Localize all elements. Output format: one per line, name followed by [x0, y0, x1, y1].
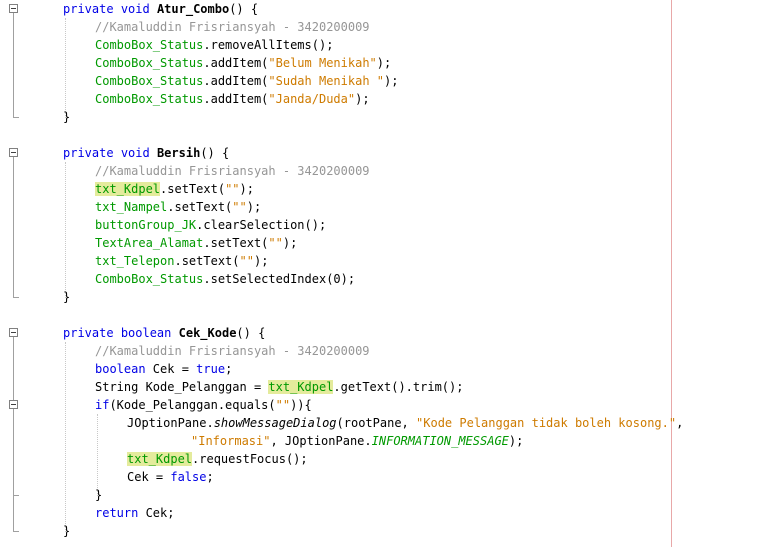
code-line: ComboBox_Status.addItem("Janda/Duda");: [95, 92, 370, 106]
code-line: buttonGroup_JK.clearSelection();: [95, 218, 327, 232]
code-line: "Informasi", JOptionPane.INFORMATION_MES…: [191, 434, 524, 448]
code-line: ComboBox_Status.addItem("Belum Menikah")…: [95, 56, 392, 70]
code-comment: //Kamaluddin Frisriansyah - 3420200009: [95, 164, 370, 178]
code-line: ComboBox_Status.removeAllItems();: [95, 38, 334, 52]
code-line: if(Kode_Pelanggan.equals("")){: [95, 398, 312, 412]
code-line: }: [63, 290, 71, 304]
highlighted-identifier: txt_Kdpel: [95, 182, 161, 196]
code-line: JOptionPane.showMessageDialog(rootPane, …: [127, 416, 684, 430]
code-line: Cek = false;: [127, 470, 214, 484]
code-line: }: [63, 110, 71, 124]
code-line: }: [63, 524, 71, 538]
highlighted-identifier: txt_Kdpel: [268, 380, 334, 394]
code-line: ComboBox_Status.addItem("Sudah Menikah "…: [95, 74, 399, 88]
code-line: txt_Kdpel.setText("");: [95, 182, 254, 196]
code-line: private void Bersih() {: [63, 146, 230, 160]
code-line: return Cek;: [95, 506, 175, 520]
code-comment: //Kamaluddin Frisriansyah - 3420200009: [95, 344, 370, 358]
code-line: ComboBox_Status.setSelectedIndex(0);: [95, 272, 356, 286]
code-line: private boolean Cek_Kode() {: [63, 326, 266, 340]
code-line: private void Atur_Combo() {: [63, 2, 259, 16]
code-line: TextArea_Alamat.setText("");: [95, 236, 298, 250]
code-line: }: [95, 488, 103, 502]
code-line: boolean Cek = true;: [95, 362, 233, 376]
code-line: txt_Nampel.setText("");: [95, 200, 262, 214]
code-editor[interactable]: private void Atur_Combo() { //Kamaluddin…: [0, 0, 784, 547]
code-line: String Kode_Pelanggan = txt_Kdpel.getTex…: [95, 380, 464, 394]
code-line: txt_Kdpel.requestFocus();: [127, 452, 308, 466]
highlighted-identifier: txt_Kdpel: [127, 452, 193, 466]
code-comment: //Kamaluddin Frisriansyah - 3420200009: [95, 20, 370, 34]
code-line: txt_Telepon.setText("");: [95, 254, 269, 268]
